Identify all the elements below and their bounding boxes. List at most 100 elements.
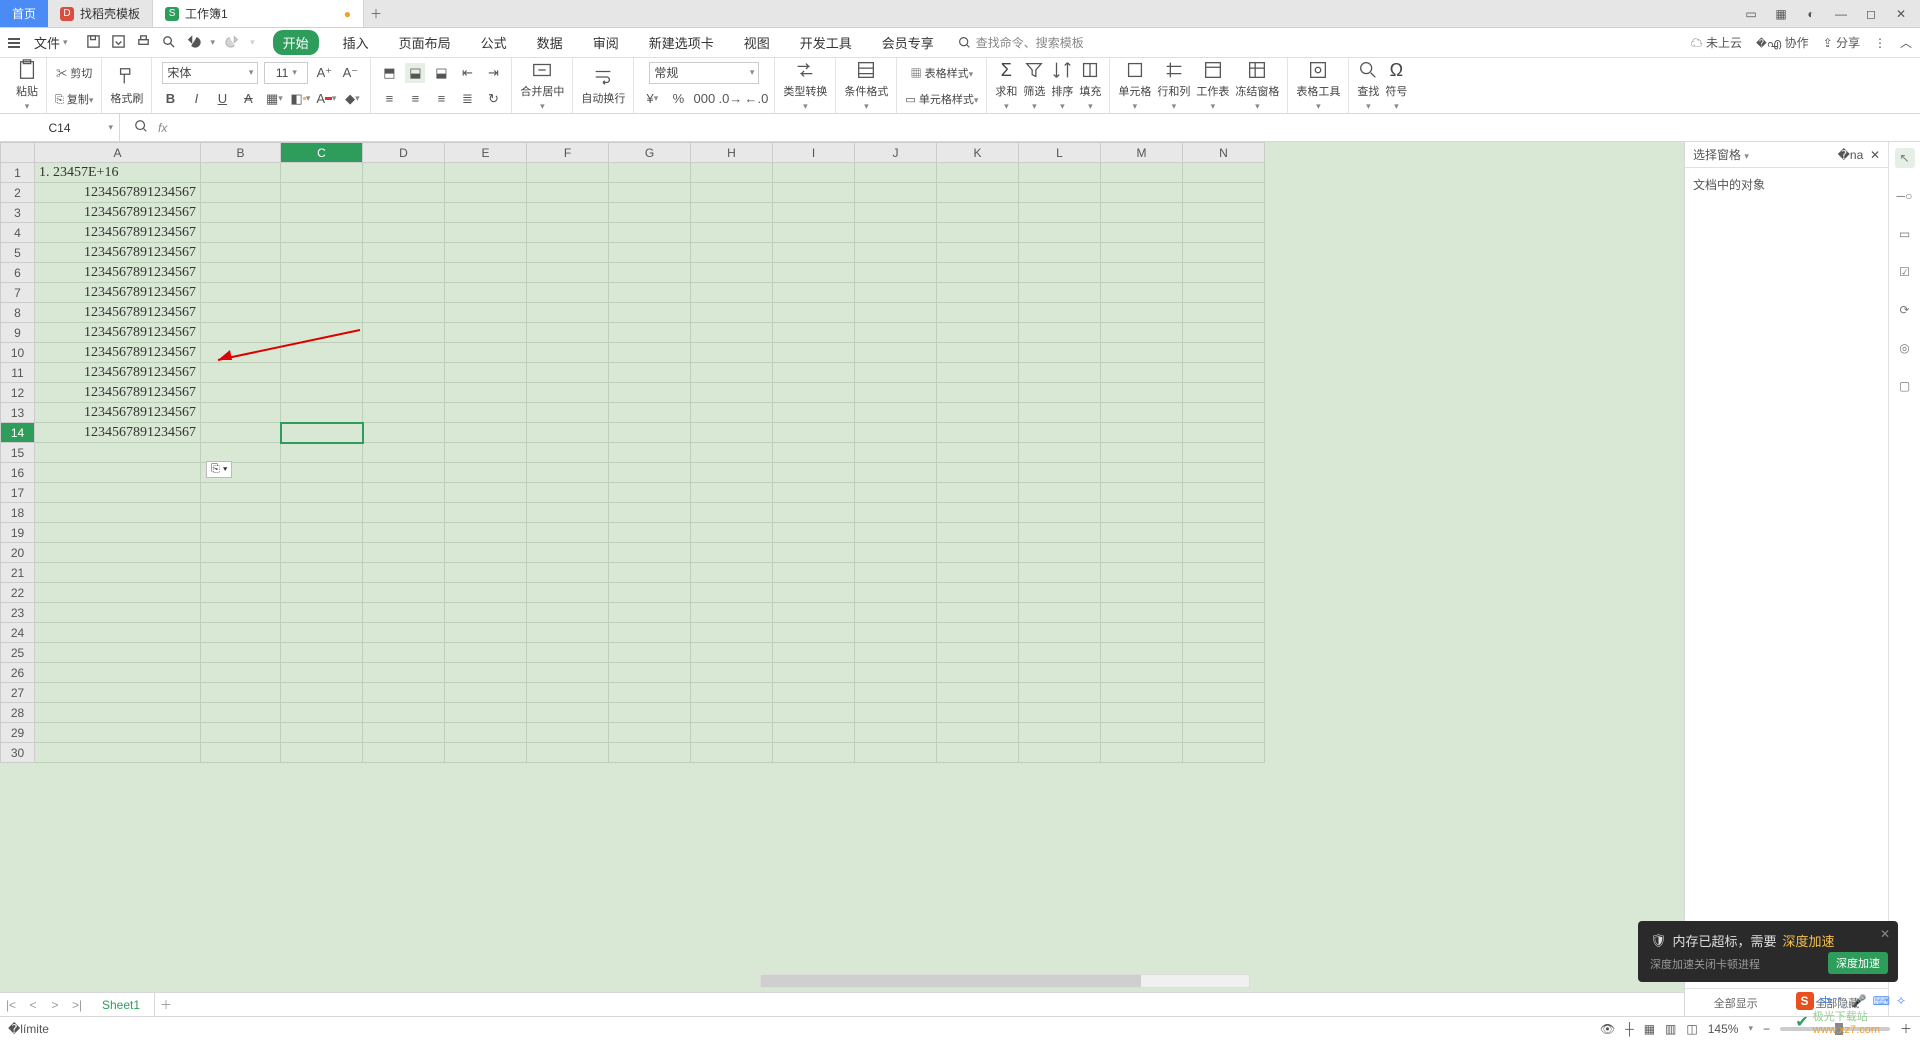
cell[interactable] <box>363 563 445 583</box>
cell[interactable] <box>527 323 609 343</box>
cell[interactable] <box>855 163 937 183</box>
cell[interactable] <box>201 483 281 503</box>
currency-icon[interactable]: ¥▾ <box>642 89 662 109</box>
cell[interactable] <box>691 443 773 463</box>
cell[interactable] <box>855 383 937 403</box>
cell[interactable] <box>691 743 773 763</box>
cell[interactable] <box>281 403 363 423</box>
cell[interactable] <box>1019 583 1101 603</box>
sheet-nav-first[interactable]: |< <box>0 998 22 1012</box>
cell[interactable] <box>527 203 609 223</box>
cell[interactable] <box>201 323 281 343</box>
cell[interactable] <box>363 663 445 683</box>
cell[interactable] <box>1183 383 1265 403</box>
cell[interactable] <box>445 463 527 483</box>
cell[interactable] <box>445 443 527 463</box>
tab-vip[interactable]: 会员专享 <box>876 31 940 54</box>
cell[interactable] <box>937 463 1019 483</box>
col-header[interactable]: J <box>855 143 937 163</box>
col-header[interactable]: C <box>281 143 363 163</box>
ime-voice-icon[interactable]: 🎤 <box>1852 994 1867 1008</box>
row-header[interactable]: 14 <box>1 423 35 443</box>
cell[interactable] <box>773 463 855 483</box>
cell[interactable]: 1234567891234567 <box>35 403 201 423</box>
align-middle-icon[interactable]: ⬓ <box>405 63 425 83</box>
cell[interactable] <box>691 203 773 223</box>
cell[interactable] <box>445 683 527 703</box>
cell[interactable] <box>363 443 445 463</box>
font-size[interactable]: 11▾ <box>264 62 308 84</box>
cell[interactable] <box>1019 723 1101 743</box>
cell[interactable] <box>281 623 363 643</box>
cell[interactable] <box>527 563 609 583</box>
col-header[interactable]: D <box>363 143 445 163</box>
cell[interactable] <box>609 503 691 523</box>
cell[interactable] <box>1101 723 1183 743</box>
cell[interactable] <box>1019 483 1101 503</box>
cell[interactable] <box>937 663 1019 683</box>
cell[interactable] <box>1019 543 1101 563</box>
cell[interactable]: 1234567891234567 <box>35 423 201 443</box>
row-header[interactable]: 6 <box>1 263 35 283</box>
comma-icon[interactable]: 000 <box>694 89 714 109</box>
col-header[interactable]: N <box>1183 143 1265 163</box>
cell[interactable] <box>527 363 609 383</box>
cell[interactable] <box>445 383 527 403</box>
minimize-icon[interactable]: — <box>1832 7 1850 21</box>
cell[interactable] <box>363 463 445 483</box>
cell[interactable]: 1234567891234567 <box>35 183 201 203</box>
undo-icon[interactable] <box>186 34 201 52</box>
cell[interactable] <box>691 683 773 703</box>
cell[interactable] <box>527 583 609 603</box>
cell[interactable] <box>1183 523 1265 543</box>
cell[interactable] <box>773 163 855 183</box>
cell[interactable] <box>855 463 937 483</box>
cell[interactable] <box>527 503 609 523</box>
cell[interactable] <box>691 403 773 423</box>
cell[interactable] <box>363 683 445 703</box>
cell[interactable] <box>691 243 773 263</box>
sheet-nav-last[interactable]: >| <box>66 998 88 1012</box>
tab-review[interactable]: 审阅 <box>587 31 625 54</box>
cell[interactable] <box>609 643 691 663</box>
cell[interactable] <box>609 543 691 563</box>
cell[interactable] <box>773 603 855 623</box>
cell[interactable] <box>527 263 609 283</box>
row-header[interactable]: 16 <box>1 463 35 483</box>
grid[interactable]: ABCDEFGHIJKLMN11. 23457E+162123456789123… <box>0 142 1684 992</box>
cell[interactable] <box>445 623 527 643</box>
collapse-ribbon-icon[interactable]: ︿ <box>1900 34 1912 51</box>
cell[interactable] <box>1101 183 1183 203</box>
cell[interactable] <box>773 663 855 683</box>
cell[interactable] <box>691 463 773 483</box>
cell[interactable] <box>35 483 201 503</box>
cell[interactable] <box>201 403 281 423</box>
cell[interactable] <box>855 543 937 563</box>
cell[interactable] <box>445 403 527 423</box>
add-sheet-button[interactable]: ＋ <box>155 996 177 1013</box>
cell[interactable] <box>855 283 937 303</box>
cell[interactable] <box>855 303 937 323</box>
cell[interactable] <box>1019 703 1101 723</box>
cell[interactable] <box>445 523 527 543</box>
cell[interactable] <box>937 263 1019 283</box>
pane-pin-icon[interactable]: �na <box>1838 148 1864 162</box>
cell[interactable] <box>201 603 281 623</box>
tab-view[interactable]: 视图 <box>738 31 776 54</box>
cell[interactable] <box>363 403 445 423</box>
cell[interactable] <box>773 423 855 443</box>
cell[interactable]: 1234567891234567 <box>35 343 201 363</box>
cell[interactable] <box>527 423 609 443</box>
cell[interactable] <box>281 303 363 323</box>
sheet-tab[interactable]: Sheet1 <box>88 993 155 1016</box>
zoom-in-button[interactable]: ＋ <box>1900 1020 1912 1037</box>
cell[interactable] <box>1019 743 1101 763</box>
cell[interactable] <box>1183 463 1265 483</box>
cell[interactable] <box>1101 623 1183 643</box>
cell[interactable] <box>527 303 609 323</box>
cell[interactable] <box>281 663 363 683</box>
cell[interactable] <box>773 723 855 743</box>
cell[interactable] <box>201 223 281 243</box>
cell[interactable] <box>363 203 445 223</box>
copy-button[interactable]: ⎘ 复制▾ <box>55 91 93 107</box>
